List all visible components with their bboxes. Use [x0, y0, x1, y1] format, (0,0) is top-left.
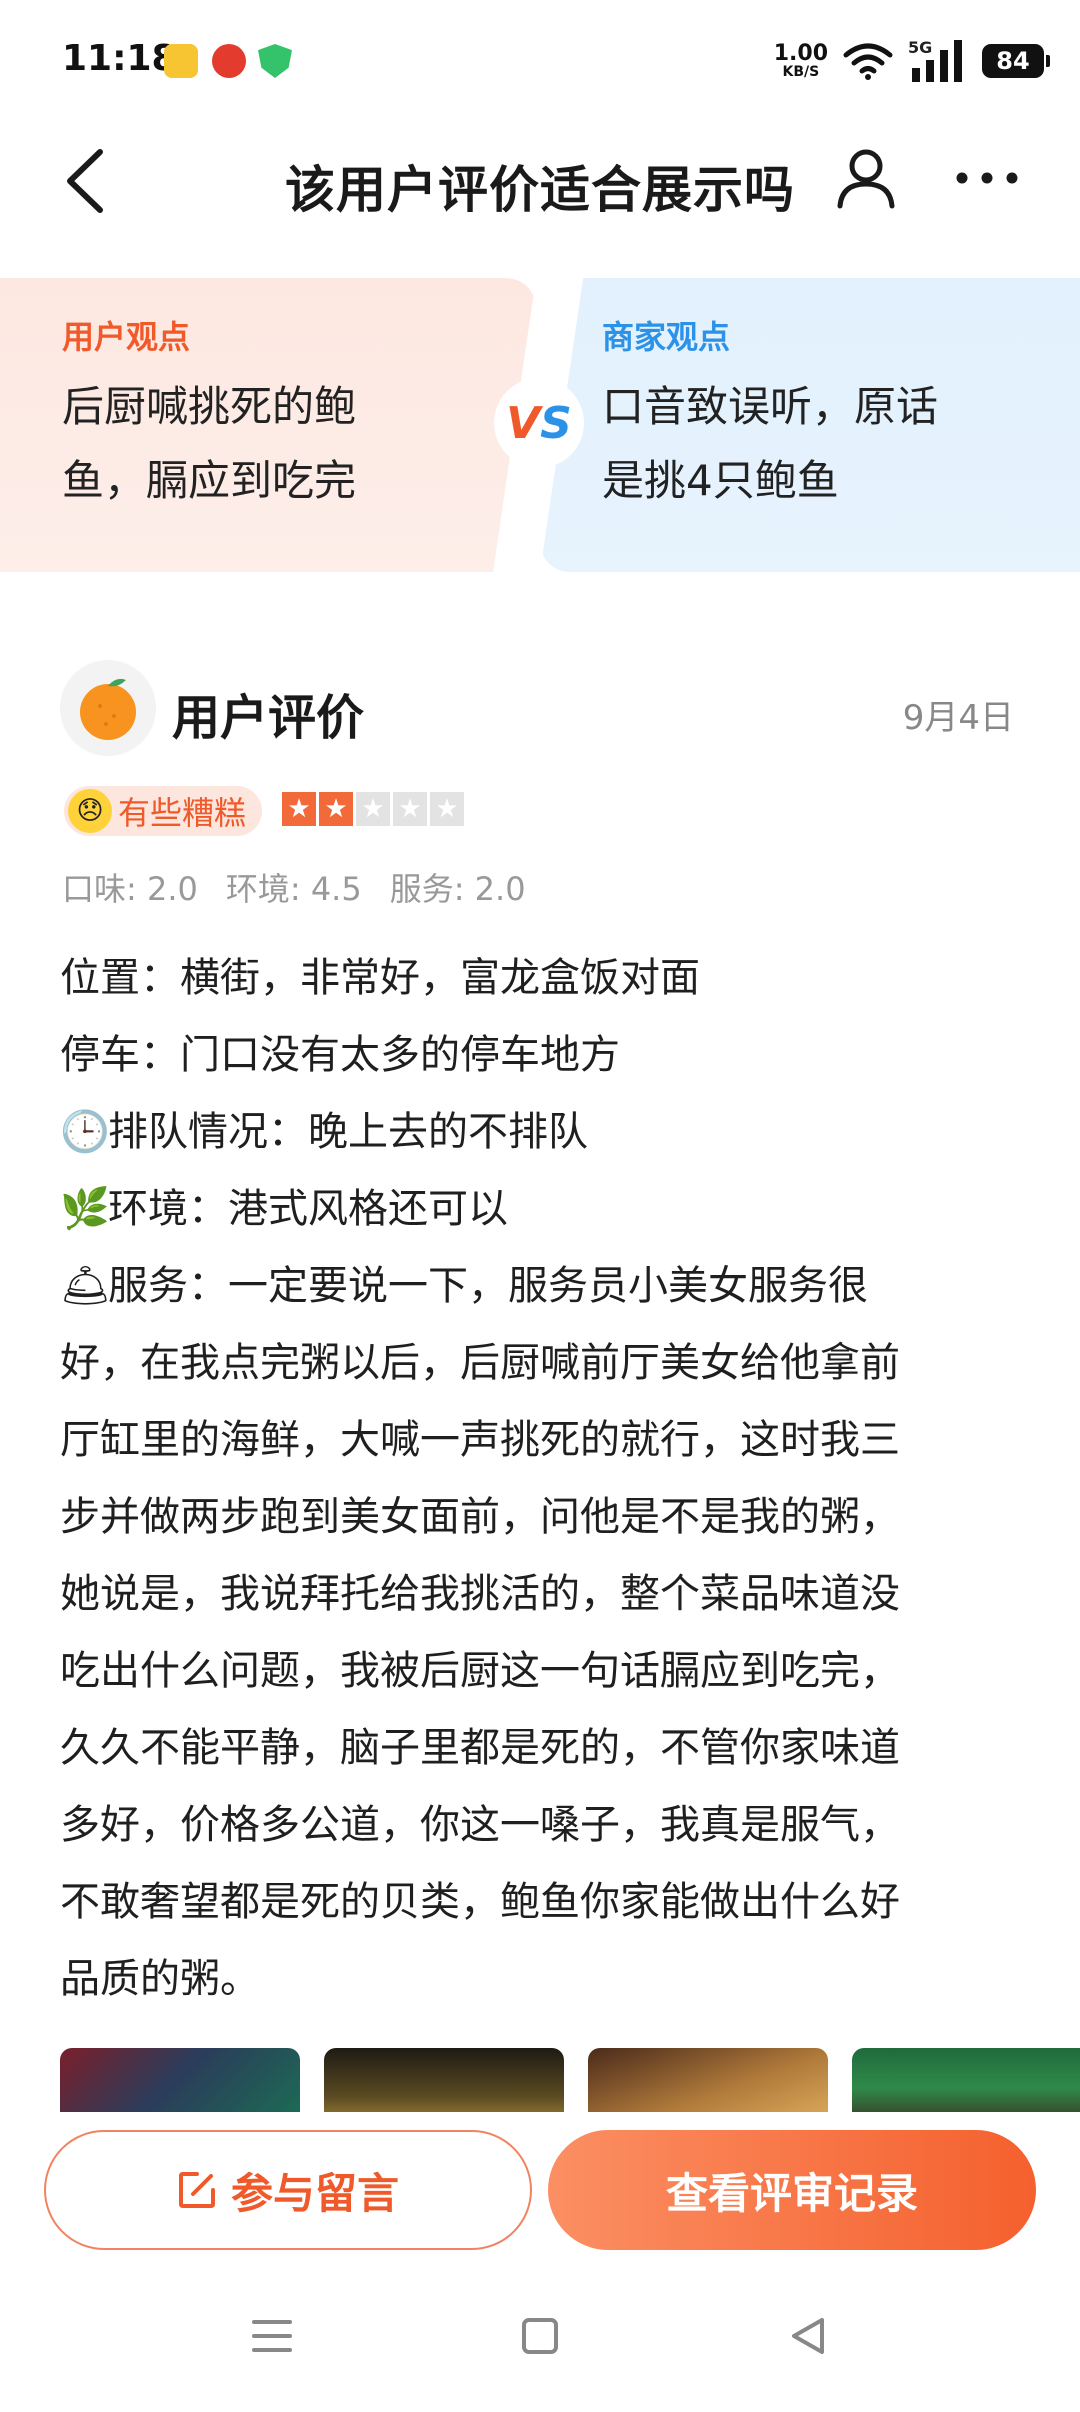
reviewer-name: 用户评价 — [172, 690, 365, 746]
star-filled-icon: ★ — [319, 792, 353, 826]
user-viewpoint-label: 用户观点 — [62, 318, 191, 356]
review-line: 厅缸里的海鲜，大喊一声挑死的就行，这时我三 — [60, 1417, 900, 1463]
sad-face-icon: 😞 — [68, 789, 112, 833]
sub-scores: 口味: 2.0 环境: 4.5 服务: 2.0 — [62, 864, 526, 910]
nav-bar: 该用户评价适合展示吗 — [0, 120, 1080, 240]
review-line: 她说是，我说拜托给我挑活的，整个菜品味道没 — [60, 1571, 900, 1617]
user-icon[interactable] — [834, 146, 898, 210]
more-icon[interactable] — [952, 156, 1022, 200]
battery-icon: 84 — [982, 44, 1050, 78]
user-viewpoint-line: 鱼，膈应到吃完 — [62, 456, 357, 505]
clock-icon: 🕒 — [60, 1109, 110, 1155]
signal-5g-icon: 5G — [908, 38, 968, 82]
star-empty-icon: ★ — [430, 792, 464, 826]
star-empty-icon: ★ — [356, 792, 390, 826]
review-line: 久久不能平静，脑子里都是死的，不管你家味道 — [60, 1725, 900, 1771]
review-line-parking: 停车：门口没有太多的停车地方 — [60, 1032, 620, 1078]
view-review-records-label: 查看评审记录 — [665, 2168, 918, 2218]
review-photo-3[interactable] — [588, 2048, 828, 2114]
menu-icon[interactable] — [242, 2306, 302, 2366]
wifi-icon — [843, 43, 893, 80]
user-viewpoint-line: 后厨喊挑死的鲍 — [62, 382, 357, 431]
service-text: 服务：一定要说一下，服务员小美女服务很 — [108, 1263, 868, 1309]
review-line-environment: 🌿环境：港式风格还可以 — [60, 1171, 1020, 1248]
join-comment-button[interactable]: 参与留言 — [44, 2130, 532, 2250]
app-notification-icon-1 — [164, 44, 198, 78]
avatar[interactable] — [60, 660, 156, 756]
status-time: 11:18 — [62, 38, 177, 79]
shield-icon — [258, 44, 292, 78]
net-speed-unit: KB/S — [782, 64, 820, 80]
bell-icon: 🛎 — [60, 1263, 111, 1309]
page-title: 该用户评价适合展示吗 — [285, 161, 795, 219]
merchant-viewpoint-line: 口音致误听，原话 — [602, 382, 939, 431]
net-speed: 1.00 KB/S — [773, 41, 828, 80]
viewpoint-comparison: 用户观点 后厨喊挑死的鲍 鱼，膈应到吃完 商家观点 口音致误听，原话 是挑4只鲍… — [0, 278, 1080, 572]
vs-badge-s: S — [540, 397, 572, 449]
star-empty-icon: ★ — [393, 792, 427, 826]
review-line: 品质的粥。 — [60, 1956, 260, 2002]
leaf-icon: 🌿 — [60, 1186, 110, 1232]
review-line: 多好，价格多公道，你这一嗓子，我真是服气， — [60, 1802, 900, 1848]
status-bar: 11:18 1.00 KB/S 5G 84 — [0, 0, 1080, 120]
taste-score: 口味: 2.0 — [62, 870, 198, 908]
service-score: 服务: 2.0 — [389, 870, 526, 908]
review-line: 好，在我点完粥以后，后厨喊前厅美女给他拿前 — [60, 1340, 900, 1386]
app-notification-icon-2 — [212, 44, 246, 78]
home-icon[interactable] — [510, 2306, 570, 2366]
star-rating: ★ ★ ★ ★ ★ — [282, 792, 464, 826]
review-photo-4[interactable] — [852, 2048, 1080, 2114]
merchant-viewpoint-line: 是挑4只鲍鱼 — [602, 456, 839, 505]
review-body: 位置：横街，非常好，富龙盒饭对面 停车：门口没有太多的停车地方 🕒排队情况：晚上… — [60, 940, 1020, 2018]
edit-icon — [178, 2172, 215, 2208]
system-nav-bar — [0, 2262, 1080, 2412]
vs-badge-v: V — [506, 397, 541, 449]
join-comment-label: 参与留言 — [230, 2168, 399, 2218]
back-nav-icon[interactable] — [778, 2306, 838, 2366]
view-review-records-button[interactable]: 查看评审记录 — [548, 2130, 1036, 2250]
status-indicators: 1.00 KB/S 5G 84 — [773, 36, 1050, 86]
review-line-location: 位置：横街，非常好，富龙盒饭对面 — [60, 955, 700, 1001]
review-line-queue: 🕒排队情况：晚上去的不排队 — [60, 1094, 1020, 1171]
user-viewpoint-text: 后厨喊挑死的鲍 鱼，膈应到吃完 — [62, 370, 442, 518]
environment-text: 环境：港式风格还可以 — [108, 1186, 508, 1232]
review-line: 步并做两步跑到美女面前，问他是不是我的粥， — [60, 1494, 900, 1540]
vs-badge: VS — [494, 378, 584, 468]
review-date: 9月4日 — [902, 698, 1014, 738]
environment-score: 环境: 4.5 — [225, 870, 362, 908]
queue-text: 排队情况：晚上去的不排队 — [108, 1109, 588, 1155]
mood-badge: 😞 有些糟糕 — [64, 786, 263, 836]
review-line-service: 🛎服务：一定要说一下，服务员小美女服务很 — [60, 1248, 1020, 1325]
mood-text: 有些糟糕 — [118, 794, 247, 832]
net-speed-value: 1.00 — [773, 41, 828, 66]
battery-level: 84 — [996, 47, 1030, 75]
review-photo-1[interactable] — [60, 2048, 300, 2114]
review-line: 吃出什么问题，我被后厨这一句话膈应到吃完， — [60, 1648, 900, 1694]
action-bar: 参与留言 查看评审记录 — [0, 2112, 1080, 2262]
review-photos — [60, 2048, 1080, 2114]
review-photo-2[interactable] — [324, 2048, 564, 2114]
review-line: 不敢奢望都是死的贝类，鲍鱼你家能做出什么好 — [60, 1879, 900, 1925]
orange-avatar-icon — [80, 678, 136, 740]
merchant-viewpoint-label: 商家观点 — [602, 318, 731, 356]
merchant-viewpoint-text: 口音致误听，原话 是挑4只鲍鱼 — [602, 370, 1022, 518]
star-filled-icon: ★ — [282, 792, 316, 826]
